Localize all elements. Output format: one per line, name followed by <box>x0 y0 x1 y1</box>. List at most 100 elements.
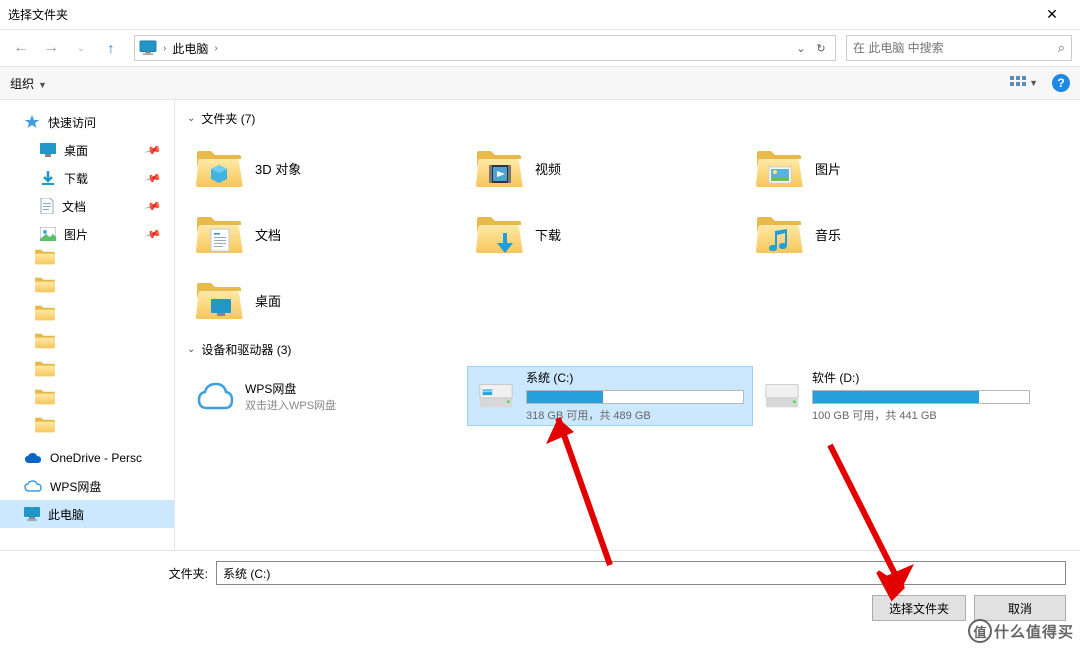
folder-icon <box>195 210 243 258</box>
main-content: ⌄ 文件夹 (7) 3D 对象 视频 图片 文档 下载 <box>175 100 1080 550</box>
breadcrumb-thispc[interactable]: 此电脑 <box>172 40 208 57</box>
search-icon[interactable]: ⌕ <box>1058 40 1065 56</box>
download-icon <box>40 170 56 186</box>
chevron-down-icon: ⌄ <box>187 113 195 124</box>
folder-icon[interactable] <box>34 332 56 350</box>
folder-label: 3D 对象 <box>255 159 301 178</box>
pin-icon: 📌 <box>144 225 162 243</box>
folder-icon[interactable] <box>34 416 56 434</box>
pin-icon: 📌 <box>144 169 162 187</box>
sidebar-item-downloads[interactable]: 下载 📌 <box>0 164 174 192</box>
section-label: 文件夹 (7) <box>201 110 255 127</box>
close-button[interactable]: ✕ <box>1032 6 1072 23</box>
folder-label: 音乐 <box>815 225 841 244</box>
folder-icon <box>475 144 523 192</box>
drive-stat: 100 GB 可用，共 441 GB <box>812 407 1030 423</box>
folder-field-label: 文件夹: <box>162 565 208 582</box>
folder-label: 视频 <box>535 159 561 178</box>
address-bar[interactable]: › 此电脑 › ⌄ ↻ <box>134 35 836 61</box>
folder-path-input[interactable] <box>216 561 1066 585</box>
sidebar-recent-folders <box>0 248 140 440</box>
sidebar-item-thispc[interactable]: 此电脑 <box>0 500 174 528</box>
drive-name: 系统 (C:) <box>526 369 744 386</box>
folder-icon <box>195 276 243 324</box>
section-header-drives[interactable]: ⌄ 设备和驱动器 (3) <box>187 341 1068 358</box>
onedrive-icon <box>24 452 42 464</box>
usage-fill <box>813 391 979 403</box>
cloud-icon <box>195 376 235 416</box>
this-pc-icon <box>139 40 157 56</box>
folder-icon[interactable] <box>34 276 56 294</box>
drive-icon <box>476 376 516 416</box>
folder-downloads[interactable]: 下载 <box>467 201 747 267</box>
folder-3dobjects[interactable]: 3D 对象 <box>187 135 467 201</box>
folder-pictures[interactable]: 图片 <box>747 135 1027 201</box>
pin-icon: 📌 <box>144 141 162 159</box>
star-icon <box>24 114 40 130</box>
address-refresh-button[interactable]: ↻ <box>811 42 831 55</box>
folder-icon[interactable] <box>34 388 56 406</box>
sidebar-item-label: 桌面 <box>64 142 88 159</box>
document-icon <box>40 198 54 214</box>
folder-documents[interactable]: 文档 <box>187 201 467 267</box>
nav-back-button[interactable]: ← <box>8 35 34 61</box>
view-icon <box>1010 76 1026 90</box>
folder-icon[interactable] <box>34 304 56 322</box>
breadcrumb-sep: › <box>163 43 166 54</box>
nav-forward-button[interactable]: → <box>38 35 64 61</box>
drive-d[interactable]: 软件 (D:) 100 GB 可用，共 441 GB <box>753 366 1039 426</box>
pin-icon: 📌 <box>144 197 162 215</box>
drive-name: 软件 (D:) <box>812 369 1030 386</box>
folder-videos[interactable]: 视频 <box>467 135 747 201</box>
address-dropdown-button[interactable]: ⌄ <box>791 42 811 55</box>
sidebar-item-label: WPS网盘 <box>50 478 101 495</box>
nav-recent-dd[interactable]: ⌄ <box>68 35 94 61</box>
organize-menu[interactable]: 组织▼ <box>10 75 47 92</box>
sidebar-item-documents[interactable]: 文档 📌 <box>0 192 174 220</box>
folder-icon <box>195 144 243 192</box>
sidebar-item-label: 此电脑 <box>48 506 84 523</box>
breadcrumb-sep: › <box>214 43 217 54</box>
help-button[interactable]: ? <box>1052 74 1070 92</box>
folder-label: 图片 <box>815 159 841 178</box>
drive-name: WPS网盘 <box>245 380 336 397</box>
drive-hint: 双击进入WPS网盘 <box>245 397 336 413</box>
sidebar-item-pictures[interactable]: 图片 📌 <box>0 220 174 248</box>
sidebar-item-quick-access[interactable]: 快速访问 <box>0 108 174 136</box>
desktop-icon <box>40 143 56 157</box>
search-input[interactable] <box>853 41 1058 55</box>
usage-bar <box>526 390 744 404</box>
folder-music[interactable]: 音乐 <box>747 201 1027 267</box>
wps-cloud-icon <box>24 480 42 492</box>
cancel-button[interactable]: 取消 <box>974 595 1066 621</box>
sidebar-item-onedrive[interactable]: OneDrive - Persc <box>0 444 174 472</box>
folder-icon <box>755 210 803 258</box>
folder-icon <box>475 210 523 258</box>
this-pc-icon <box>24 507 40 521</box>
sidebar-item-wps[interactable]: WPS网盘 <box>0 472 174 500</box>
search-box[interactable]: ⌕ <box>846 35 1072 61</box>
folder-icon[interactable] <box>34 248 56 266</box>
section-header-folders[interactable]: ⌄ 文件夹 (7) <box>187 110 1068 127</box>
drive-c[interactable]: 系统 (C:) 318 GB 可用，共 489 GB <box>467 366 753 426</box>
sidebar-item-label: OneDrive - Persc <box>50 451 142 465</box>
sidebar-item-label: 文档 <box>62 198 86 215</box>
window-title: 选择文件夹 <box>8 6 1032 23</box>
sidebar-item-label: 图片 <box>64 226 88 243</box>
folder-icon[interactable] <box>34 360 56 378</box>
section-label: 设备和驱动器 (3) <box>201 341 291 358</box>
folder-icon <box>755 144 803 192</box>
drive-icon <box>762 376 802 416</box>
sidebar-item-label: 快速访问 <box>48 114 96 131</box>
drive-stat: 318 GB 可用，共 489 GB <box>526 407 744 423</box>
nav-up-button[interactable]: ↑ <box>98 35 124 61</box>
drive-wps[interactable]: WPS网盘 双击进入WPS网盘 <box>187 366 467 426</box>
pictures-icon <box>40 227 56 241</box>
folder-desktop[interactable]: 桌面 <box>187 267 467 333</box>
view-options-button[interactable]: ▼ <box>1010 76 1038 90</box>
sidebar: 快速访问 桌面 📌 下载 📌 文档 📌 图片 📌 <box>0 100 175 550</box>
folder-label: 桌面 <box>255 291 281 310</box>
select-folder-button[interactable]: 选择文件夹 <box>872 595 966 621</box>
usage-fill <box>527 391 603 403</box>
sidebar-item-desktop[interactable]: 桌面 📌 <box>0 136 174 164</box>
